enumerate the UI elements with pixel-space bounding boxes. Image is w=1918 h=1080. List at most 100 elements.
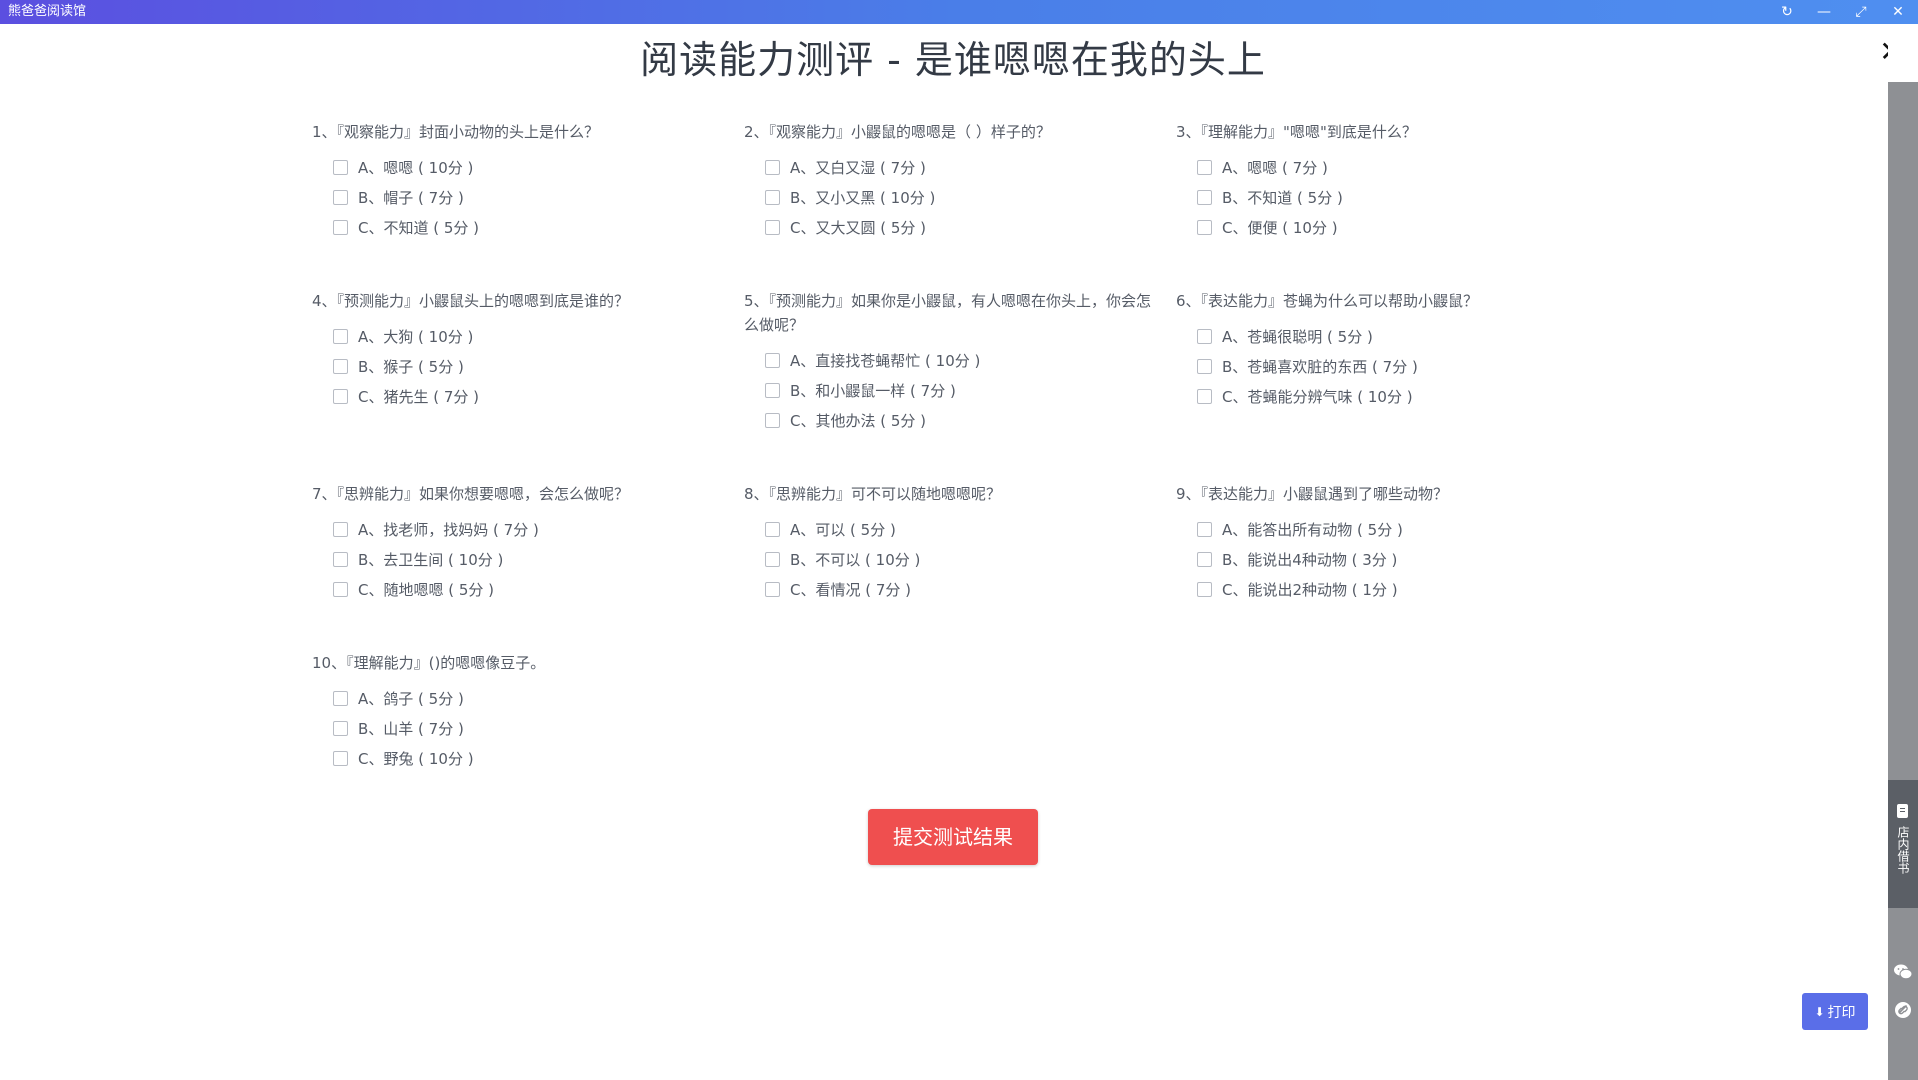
option-checkbox[interactable]: A、大狗 ( 10分 ) — [333, 321, 732, 351]
question-5: 5、『预测能力』如果你是小鼹鼠，有人嗯嗯在你头上，你会怎么做呢？ A、直接找苍蝇… — [744, 289, 1164, 435]
window-close-button[interactable]: ✕ — [1888, 2, 1908, 22]
option-checkbox[interactable]: B、不知道 ( 5分 ) — [1197, 182, 1596, 212]
checkbox[interactable] — [765, 412, 780, 428]
question-1: 1、『观察能力』封面小动物的头上是什么？ A、嗯嗯 ( 10分 ) B、帽子 (… — [312, 120, 732, 242]
checkbox[interactable] — [333, 581, 348, 597]
option-label: B、山羊 ( 7分 ) — [358, 719, 464, 738]
option-checkbox[interactable]: B、山羊 ( 7分 ) — [333, 713, 732, 743]
checkbox[interactable] — [333, 720, 348, 736]
option-label: C、其他办法 ( 5分 ) — [790, 411, 927, 430]
checkbox[interactable] — [1197, 521, 1212, 537]
checkbox[interactable] — [765, 382, 780, 398]
checkbox[interactable] — [333, 358, 348, 374]
option-label: A、可以 ( 5分 ) — [790, 520, 896, 539]
print-button[interactable]: ⬇ 打印 — [1802, 993, 1868, 1030]
download-icon: ⬇ — [1814, 1004, 1825, 1019]
checkbox[interactable] — [1197, 159, 1212, 175]
checkbox[interactable] — [765, 581, 780, 597]
checkbox[interactable] — [765, 219, 780, 235]
option-checkbox[interactable]: C、又大又圆 ( 5分 ) — [765, 212, 1164, 242]
option-checkbox[interactable]: B、能说出4种动物 ( 3分 ) — [1197, 544, 1596, 574]
checkbox[interactable] — [765, 189, 780, 205]
right-sidebar — [1888, 82, 1918, 1080]
option-label: A、又白又湿 ( 7分 ) — [790, 158, 926, 177]
checkbox[interactable] — [1197, 581, 1212, 597]
option-checkbox[interactable]: C、其他办法 ( 5分 ) — [765, 405, 1164, 435]
option-checkbox[interactable]: C、看情况 ( 7分 ) — [765, 574, 1164, 604]
checkbox[interactable] — [333, 189, 348, 205]
option-checkbox[interactable]: B、又小又黑 ( 10分 ) — [765, 182, 1164, 212]
in-store-borrow-tab[interactable]: 店内借书 — [1888, 780, 1918, 908]
option-label: A、鸽子 ( 5分 ) — [358, 689, 464, 708]
option-label: C、苍蝇能分辨气味 ( 10分 ) — [1222, 387, 1413, 406]
checkbox[interactable] — [333, 328, 348, 344]
option-label: C、看情况 ( 7分 ) — [790, 580, 912, 599]
checkbox[interactable] — [333, 690, 348, 706]
question-3: 3、『理解能力』"嗯嗯"到底是什么？ A、嗯嗯 ( 7分 ) B、不知道 ( 5… — [1176, 120, 1596, 242]
option-checkbox[interactable]: A、可以 ( 5分 ) — [765, 514, 1164, 544]
question-6: 6、『表达能力』苍蝇为什么可以帮助小鼹鼠？ A、苍蝇很聪明 ( 5分 ) B、苍… — [1176, 289, 1596, 411]
option-checkbox[interactable]: B、不可以 ( 10分 ) — [765, 544, 1164, 574]
maximize-button[interactable]: ⤢ — [1851, 2, 1871, 22]
checkbox[interactable] — [333, 750, 348, 766]
option-checkbox[interactable]: A、鸽子 ( 5分 ) — [333, 683, 732, 713]
question-text: 5、『预测能力』如果你是小鼹鼠，有人嗯嗯在你头上，你会怎么做呢？ — [744, 292, 1152, 334]
question-8: 8、『思辨能力』可不可以随地嗯嗯呢？ A、可以 ( 5分 ) B、不可以 ( 1… — [744, 482, 1164, 604]
option-checkbox[interactable]: A、苍蝇很聪明 ( 5分 ) — [1197, 321, 1596, 351]
checkbox[interactable] — [765, 352, 780, 368]
option-label: A、大狗 ( 10分 ) — [358, 327, 474, 346]
checkbox[interactable] — [333, 551, 348, 567]
checkbox[interactable] — [333, 159, 348, 175]
question-text: 4、『预测能力』小鼹鼠头上的嗯嗯到底是谁的？ — [312, 292, 630, 310]
checkbox[interactable] — [1197, 328, 1212, 344]
option-checkbox[interactable]: A、嗯嗯 ( 10分 ) — [333, 152, 732, 182]
option-checkbox[interactable]: A、直接找苍蝇帮忙 ( 10分 ) — [765, 345, 1164, 375]
option-label: B、去卫生间 ( 10分 ) — [358, 550, 504, 569]
checkbox[interactable] — [765, 159, 780, 175]
checkbox[interactable] — [1197, 189, 1212, 205]
print-label: 打印 — [1827, 1004, 1856, 1021]
minimize-button[interactable]: — — [1814, 2, 1834, 22]
question-10: 10、『理解能力』()的嗯嗯像豆子。 A、鸽子 ( 5分 ) B、山羊 ( 7分… — [312, 651, 732, 773]
option-checkbox[interactable]: A、找老师，找妈妈 ( 7分 ) — [333, 514, 732, 544]
option-label: B、又小又黑 ( 10分 ) — [790, 188, 936, 207]
option-checkbox[interactable]: C、能说出2种动物 ( 1分 ) — [1197, 574, 1596, 604]
option-checkbox[interactable]: B、帽子 ( 7分 ) — [333, 182, 732, 212]
checkbox[interactable] — [333, 219, 348, 235]
question-text: 2、『观察能力』小鼹鼠的嗯嗯是（ ）样子的？ — [744, 123, 1051, 141]
option-label: C、猪先生 ( 7分 ) — [358, 387, 480, 406]
submit-results-button[interactable]: 提交测试结果 — [868, 809, 1038, 865]
question-text: 8、『思辨能力』可不可以随地嗯嗯呢？ — [744, 485, 1002, 503]
refresh-icon[interactable]: ↻ — [1777, 2, 1797, 22]
option-checkbox[interactable]: A、又白又湿 ( 7分 ) — [765, 152, 1164, 182]
option-checkbox[interactable]: B、苍蝇喜欢脏的东西 ( 7分 ) — [1197, 351, 1596, 381]
checkbox[interactable] — [765, 551, 780, 567]
checkbox[interactable] — [1197, 551, 1212, 567]
option-checkbox[interactable]: A、能答出所有动物 ( 5分 ) — [1197, 514, 1596, 544]
option-checkbox[interactable]: C、野兔 ( 10分 ) — [333, 743, 732, 773]
question-text: 7、『思辨能力』如果你想要嗯嗯，会怎么做呢？ — [312, 485, 630, 503]
option-checkbox[interactable]: A、嗯嗯 ( 7分 ) — [1197, 152, 1596, 182]
link-icon[interactable] — [1892, 999, 1914, 1021]
option-checkbox[interactable]: C、猪先生 ( 7分 ) — [333, 381, 732, 411]
option-checkbox[interactable]: C、苍蝇能分辨气味 ( 10分 ) — [1197, 381, 1596, 411]
checkbox[interactable] — [1197, 358, 1212, 374]
option-label: C、又大又圆 ( 5分 ) — [790, 218, 927, 237]
checkbox[interactable] — [765, 521, 780, 537]
borrow-label: 店内借书 — [1896, 826, 1910, 874]
option-checkbox[interactable]: B、和小鼹鼠一样 ( 7分 ) — [765, 375, 1164, 405]
checkbox[interactable] — [333, 388, 348, 404]
option-label: A、嗯嗯 ( 7分 ) — [1222, 158, 1328, 177]
option-label: B、苍蝇喜欢脏的东西 ( 7分 ) — [1222, 357, 1418, 376]
option-checkbox[interactable]: B、去卫生间 ( 10分 ) — [333, 544, 732, 574]
question-text: 9、『表达能力』小鼹鼠遇到了哪些动物？ — [1176, 485, 1449, 503]
option-checkbox[interactable]: C、便便 ( 10分 ) — [1197, 212, 1596, 242]
checkbox[interactable] — [1197, 219, 1212, 235]
option-checkbox[interactable]: B、猴子 ( 5分 ) — [333, 351, 732, 381]
checkbox[interactable] — [1197, 388, 1212, 404]
document-icon — [1897, 804, 1908, 818]
option-checkbox[interactable]: C、随地嗯嗯 ( 5分 ) — [333, 574, 732, 604]
checkbox[interactable] — [333, 521, 348, 537]
wechat-icon[interactable] — [1892, 961, 1914, 983]
option-checkbox[interactable]: C、不知道 ( 5分 ) — [333, 212, 732, 242]
